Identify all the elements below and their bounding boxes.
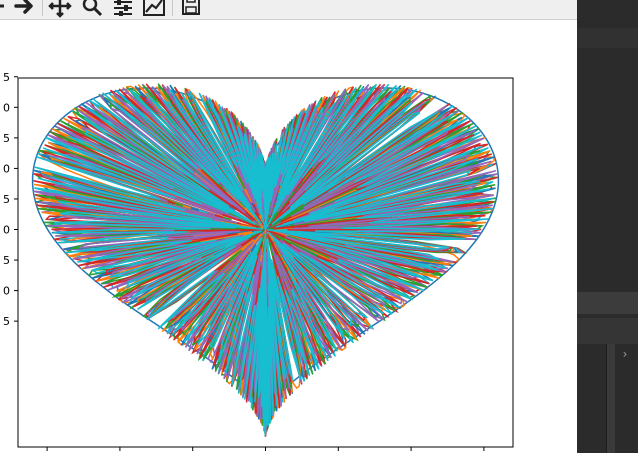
- toolbar-separator: [42, 0, 43, 16]
- y-tick-label: 0: [3, 162, 10, 175]
- chevron-right-icon[interactable]: ›: [617, 346, 633, 362]
- y-tick-label: 5: [3, 71, 10, 84]
- pan-icon[interactable]: [48, 0, 72, 18]
- y-tick-label: 0: [3, 101, 10, 114]
- figure-canvas: 5 0 5 0 5 0 5 0 5: [0, 20, 577, 453]
- y-tick-label: 0: [3, 224, 10, 237]
- panel-row: [577, 318, 638, 344]
- toolbar: [0, 0, 577, 20]
- y-tick-label: 5: [3, 193, 10, 206]
- y-tick-label: 5: [3, 254, 10, 267]
- right-dark-panel: ›: [577, 0, 638, 453]
- forward-arrow-icon[interactable]: [12, 0, 36, 18]
- edit-axis-icon[interactable]: [142, 0, 166, 18]
- panel-gutter: [606, 344, 615, 453]
- toolbar-separator: [172, 0, 173, 16]
- save-icon[interactable]: [179, 0, 203, 18]
- heart-line-chart: 5 0 5 0 5 0 5 0 5: [3, 71, 514, 451]
- panel-header-strip: [577, 28, 638, 48]
- y-tick-label: 0: [3, 285, 10, 298]
- y-tick-label: 5: [3, 315, 10, 328]
- configure-subplots-icon[interactable]: [111, 0, 135, 18]
- y-tick-label: 5: [3, 132, 10, 145]
- zoom-icon[interactable]: [80, 0, 104, 18]
- panel-divider-strip: [577, 292, 638, 314]
